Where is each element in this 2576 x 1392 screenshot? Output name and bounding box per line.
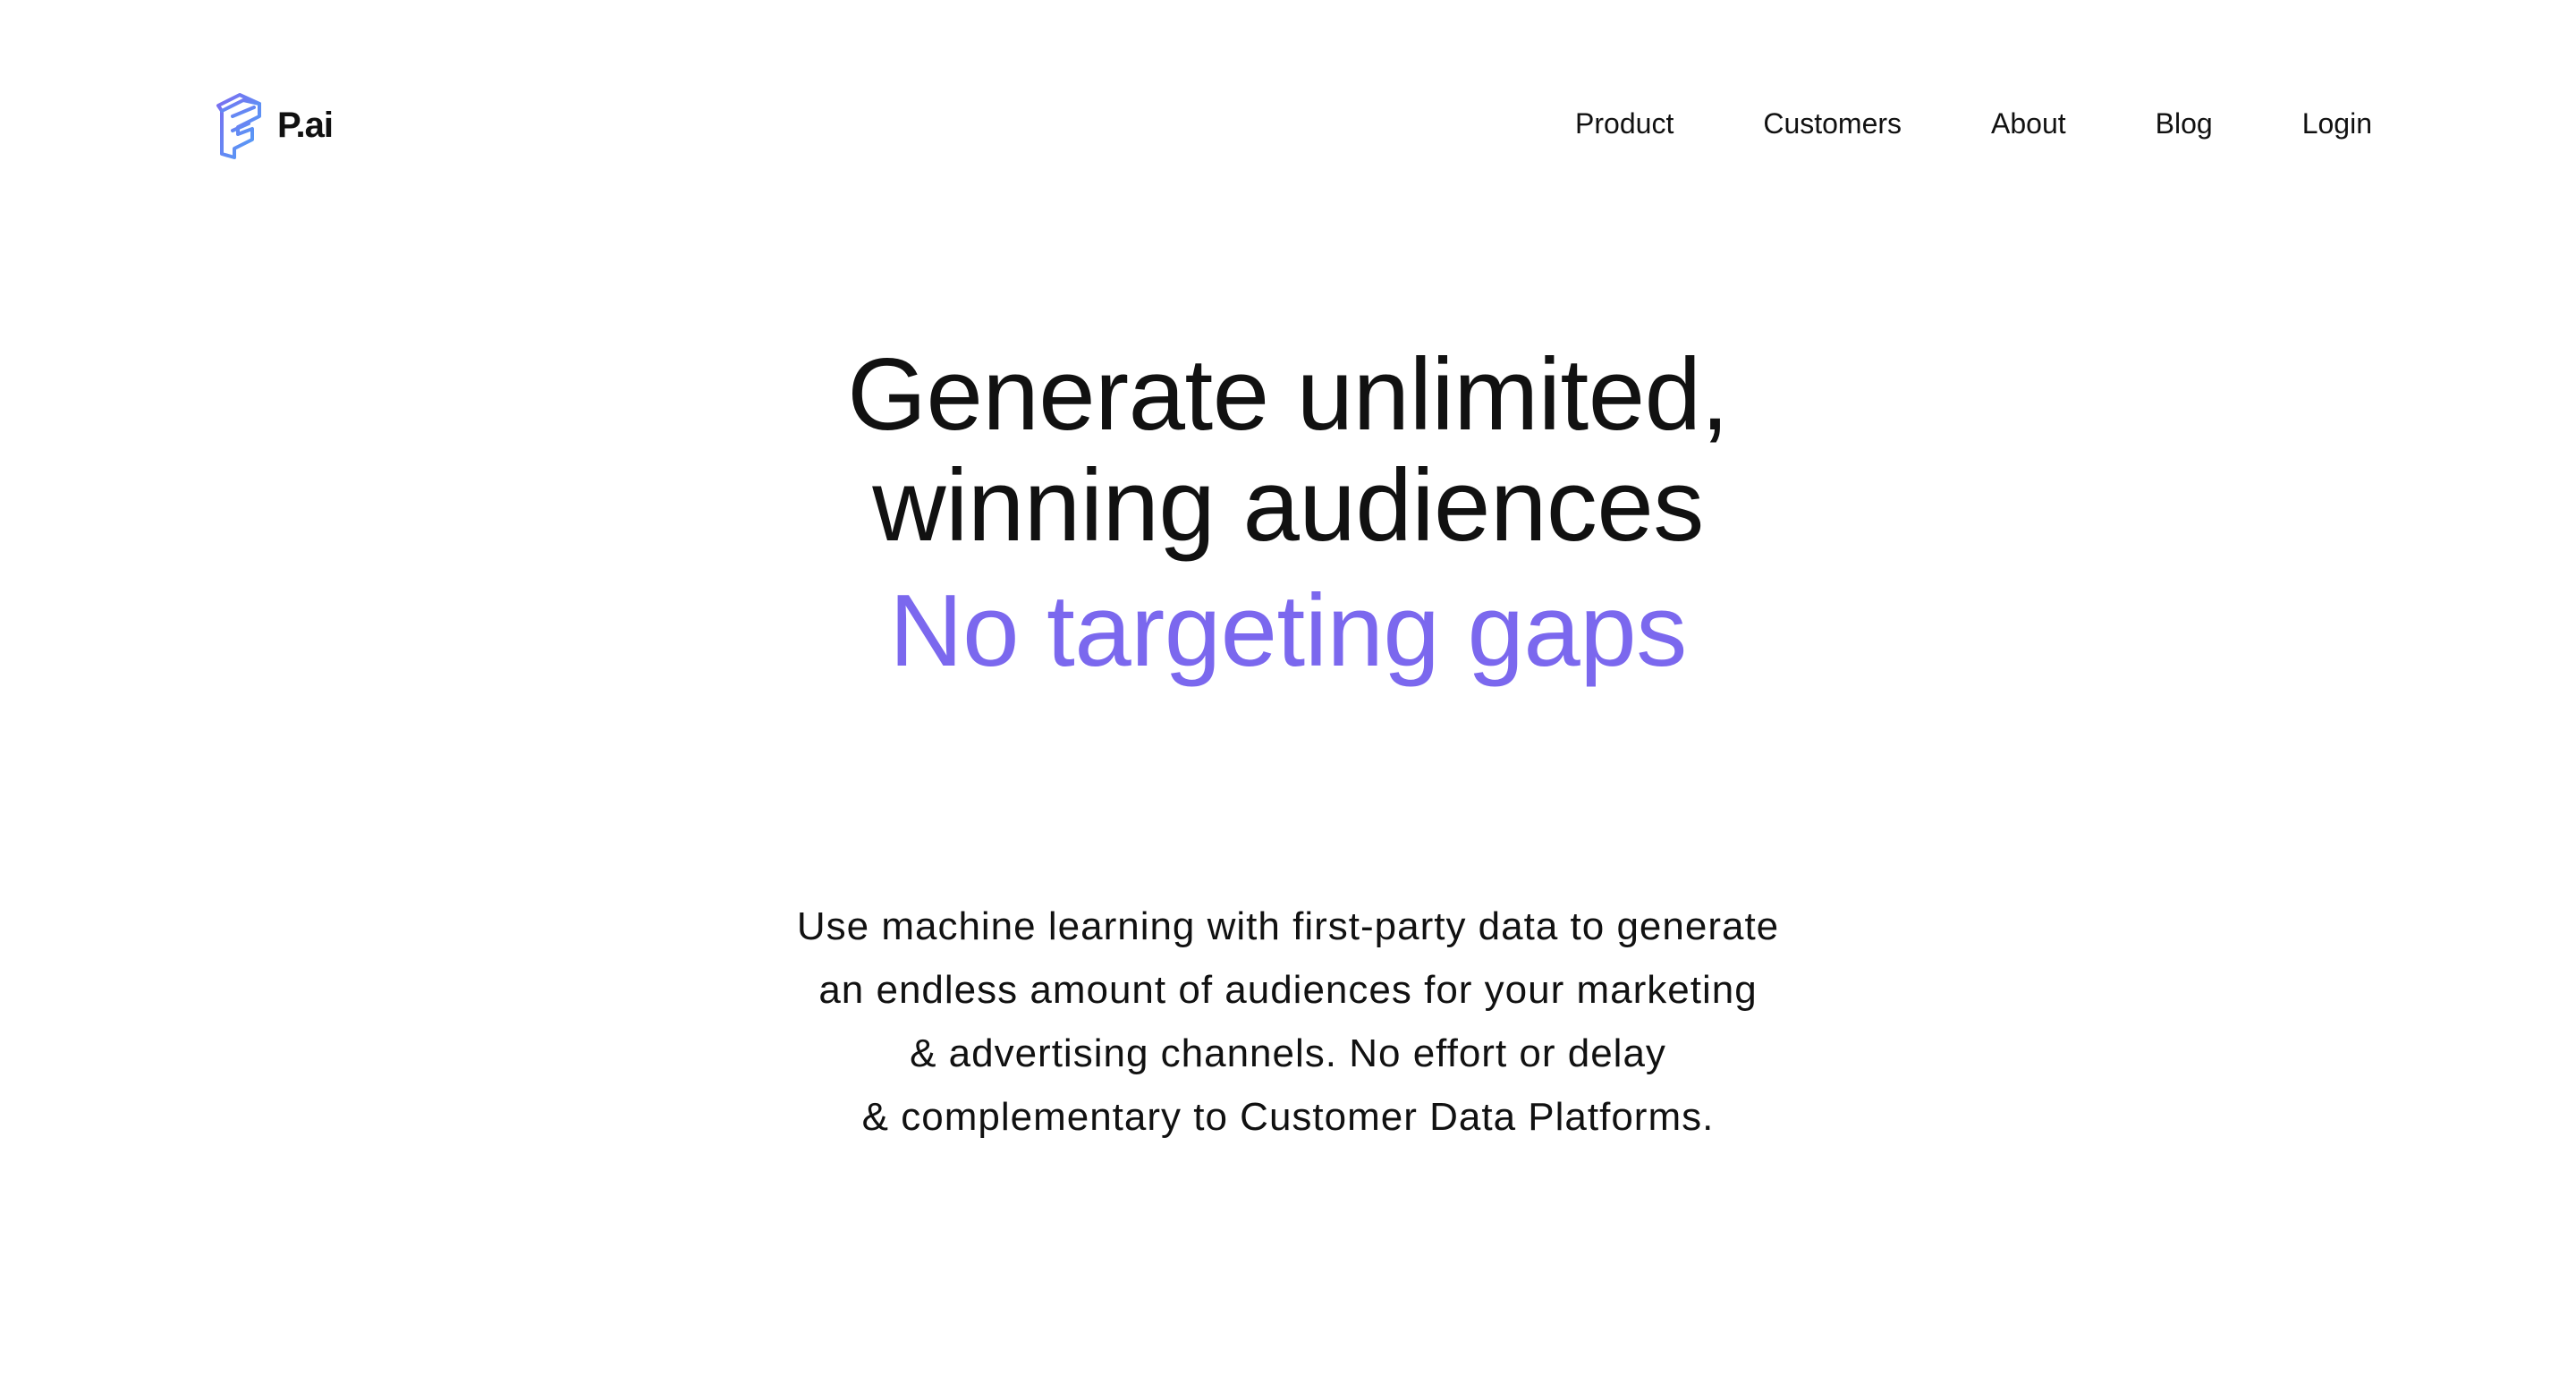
nav-item-blog[interactable]: Blog (2156, 106, 2213, 141)
hero-headline-line-1: Generate unlimited, (847, 338, 1729, 452)
site-header: P.ai Product Customers About Blog Login (0, 0, 2576, 250)
description-line-1: Use machine learning with first-party da… (796, 904, 1780, 948)
nav-item-about[interactable]: About (1991, 106, 2066, 141)
description-line-4: & complementary to Customer Data Platfor… (861, 1095, 1715, 1139)
hero-section: Generate unlimited, winning audiences No… (0, 340, 2576, 687)
brand-name: P.ai (277, 105, 334, 145)
description-line-2: an endless amount of audiences for your … (818, 968, 1758, 1012)
description-line-3: & advertising channels. No effort or del… (910, 1031, 1666, 1075)
hero-headline-line-2: winning audiences (872, 449, 1704, 563)
hero-accent-line: No targeting gaps (889, 574, 1687, 688)
logo-link[interactable]: P.ai (213, 89, 334, 161)
nav-item-product[interactable]: Product (1575, 106, 1674, 141)
nav-item-customers[interactable]: Customers (1763, 106, 1902, 141)
hero-headline: Generate unlimited, winning audiences (0, 340, 2576, 562)
nav-item-login[interactable]: Login (2302, 106, 2372, 141)
hero-description: Use machine learning with first-party da… (0, 895, 2576, 1149)
pai-logo-icon (216, 93, 261, 159)
main-nav: Product Customers About Blog Login (1575, 106, 2372, 141)
